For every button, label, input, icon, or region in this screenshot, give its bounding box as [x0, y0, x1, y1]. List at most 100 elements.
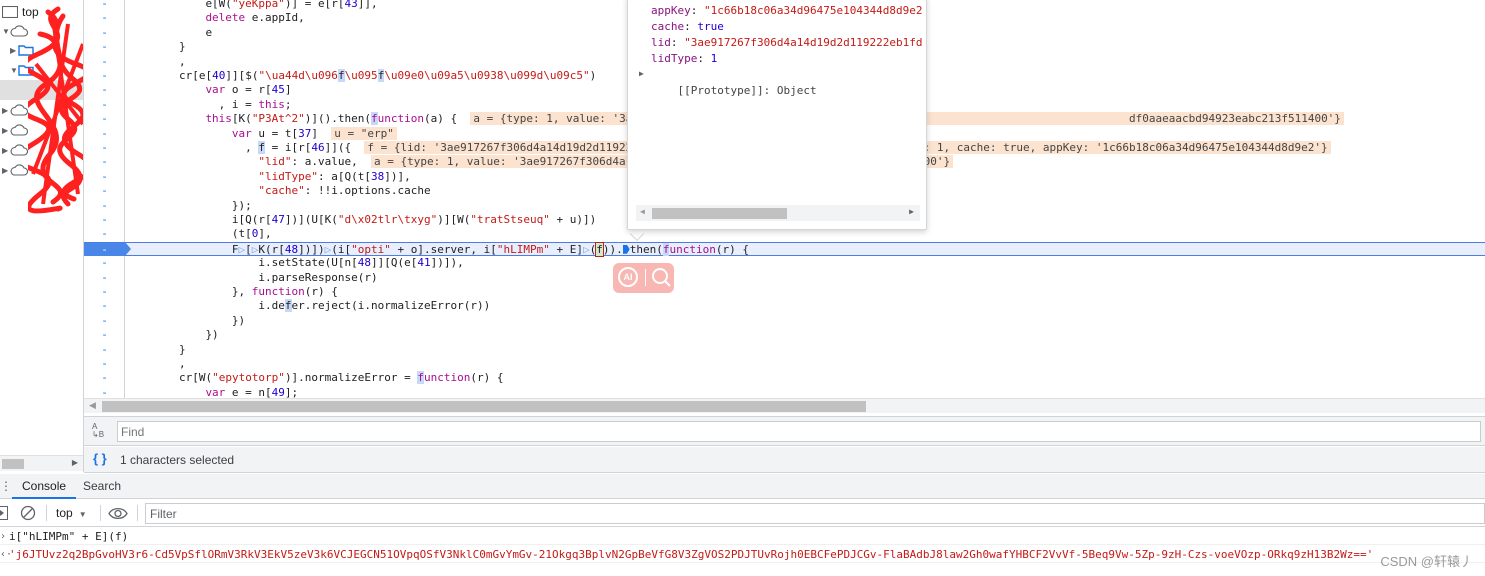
search-icon[interactable] [650, 266, 672, 288]
navigator-item[interactable]: top [0, 2, 83, 22]
live-expression-eye-icon[interactable] [108, 507, 128, 520]
line-number[interactable]: - [84, 0, 125, 11]
line-number[interactable]: - [84, 55, 125, 69]
object-property-row[interactable]: lidType: 1 [651, 51, 717, 67]
pretty-print-icon[interactable]: { } [93, 451, 107, 466]
scroll-right-arrow-icon[interactable]: ▶ [72, 458, 78, 467]
code-line[interactable]: -}) [84, 328, 1485, 342]
collapse-arrow-icon[interactable]: ▼ [10, 66, 18, 75]
selected-token[interactable]: f [595, 241, 604, 257]
line-number[interactable]: - [84, 343, 125, 357]
match-case-icon[interactable]: A ↳B [92, 423, 104, 439]
expand-arrow-icon[interactable]: ▶ [2, 166, 10, 175]
code-token: , [178, 357, 186, 370]
expand-arrow-icon[interactable]: ▶ [10, 46, 18, 55]
scrollbar-thumb[interactable] [102, 401, 866, 412]
console-result-value: 'j6JTUvz2q2BpGvoHV3r6-Cd5VpSflORmV3RkV3E… [9, 548, 1374, 561]
line-number[interactable]: - [84, 11, 125, 25]
line-number[interactable]: - [84, 155, 125, 169]
navigator-item[interactable]: ▶ [0, 120, 83, 140]
object-property-row[interactable]: cache: true [651, 19, 724, 35]
expand-arrow-icon[interactable]: ▶ [639, 69, 644, 78]
code-line[interactable]: - cr[W("epytotorp")].normalizeError = fun… [84, 371, 1485, 385]
code-line[interactable]: -} [84, 343, 1485, 357]
navigator-item[interactable]: ▶ [0, 140, 83, 160]
more-menu-icon[interactable]: ⋮ [0, 479, 12, 493]
keyword-token: function [251, 285, 305, 298]
navigator-item[interactable]: ▼ [0, 60, 83, 80]
drawer-tab-bar: ⋮ Console Search [0, 474, 1485, 499]
navigator-item[interactable]: ▶ [0, 100, 83, 120]
line-number[interactable]: - [84, 357, 125, 371]
code-token: + o].server, i[ [390, 242, 497, 256]
object-property-row[interactable]: lid: "3ae917267f306d4a14d19d2d119222eb1f… [651, 35, 923, 51]
code-token: ], [258, 227, 272, 241]
line-number[interactable]: - [84, 371, 125, 385]
popover-horizontal-scrollbar[interactable]: ◀ ▶ [636, 205, 920, 221]
line-number[interactable]: - [84, 299, 125, 313]
clear-console-icon[interactable] [20, 505, 36, 521]
code-line[interactable]: -}, function(r) { [84, 285, 1485, 299]
line-number[interactable]: - [84, 256, 125, 270]
line-number[interactable]: - [84, 98, 125, 112]
expand-arrow-icon[interactable]: ▶ [2, 146, 10, 155]
object-property-row[interactable]: appKey: "1c66b18c06a34d96475e104344d8d9e… [651, 3, 923, 19]
tab-search[interactable]: Search [73, 474, 131, 499]
scroll-left-arrow-icon[interactable]: ◀ [640, 207, 645, 216]
code-line[interactable]: -, [84, 357, 1485, 371]
sidebar-toggle-icon[interactable] [0, 506, 8, 520]
code-line[interactable]: - var e = n[49]; [84, 386, 1485, 398]
find-input[interactable] [117, 421, 1481, 442]
line-number[interactable]: - [84, 285, 125, 299]
line-number[interactable]: - [84, 83, 125, 97]
line-number[interactable]: - [84, 386, 125, 398]
prototype-row[interactable]: [[Prototype]]: Object [651, 67, 817, 97]
console-input-entry[interactable]: › i["hLIMPm" + E](f) [0, 528, 1485, 545]
line-number[interactable]: - [84, 271, 125, 285]
code-token: }) [205, 328, 219, 342]
ai-icon[interactable]: AI [618, 267, 638, 287]
code-line[interactable]: - i.setState(U[n[48]][Q(e[41])]), [84, 256, 1485, 270]
line-number[interactable]: - [84, 40, 125, 54]
line-number[interactable]: - [84, 213, 125, 227]
scrollbar-thumb[interactable] [652, 208, 787, 219]
line-number[interactable]: - [84, 127, 125, 141]
navigator-item[interactable]: ▼ [0, 21, 83, 41]
line-number[interactable]: - [84, 184, 125, 198]
console-filter-input[interactable] [145, 503, 1485, 524]
inline-breakpoint-marker-icon[interactable]: ▷ [583, 243, 590, 256]
code-line[interactable]: -}) [84, 314, 1485, 328]
tab-console[interactable]: Console [12, 474, 77, 499]
expand-arrow-icon[interactable]: ▶ [2, 126, 10, 135]
code-line[interactable]: - i.defer.reject(i.normalizeError(r)) [84, 299, 1485, 313]
divider [645, 269, 646, 286]
line-number[interactable]: - [84, 141, 125, 155]
keyword-token: unction [424, 371, 471, 385]
navigator-item[interactable] [0, 80, 83, 100]
line-number[interactable]: - [84, 26, 125, 40]
ai-assistant-widget[interactable]: AI [613, 263, 674, 293]
line-number[interactable]: - [84, 170, 125, 184]
scroll-right-arrow-icon[interactable]: ▶ [909, 207, 914, 216]
line-number[interactable]: - [84, 227, 125, 241]
watermark: CSDN @轩辕丿 [1380, 554, 1473, 569]
navigator-item[interactable]: ▶ [0, 160, 83, 180]
line-number[interactable]: - [84, 69, 125, 83]
editor-horizontal-scrollbar[interactable]: ◀ [84, 398, 1485, 413]
active-inline-breakpoint-icon[interactable] [622, 244, 630, 254]
code-line[interactable]: - i.parseResponse(r) [84, 271, 1485, 285]
scroll-left-arrow-icon[interactable]: ◀ [89, 400, 96, 411]
navigator-item[interactable]: ▶ [0, 40, 83, 60]
line-number[interactable]: - [84, 242, 125, 256]
console-result-entry[interactable]: ‹·'j6JTUvz2q2BpGvoHV3r6-Cd5VpSflORmV3RkV… [0, 546, 1485, 563]
line-number[interactable]: - [84, 199, 125, 213]
expand-arrow-icon[interactable]: ▶ [2, 106, 10, 115]
line-number[interactable]: - [84, 112, 125, 126]
collapse-arrow-icon[interactable]: ▼ [2, 27, 10, 36]
scrollbar-thumb[interactable] [2, 459, 24, 469]
context-selector[interactable]: top ▼ [56, 506, 87, 520]
line-number[interactable]: - [84, 328, 125, 342]
navigator-horizontal-scrollbar[interactable]: ▶ [0, 455, 83, 471]
code-line-paused[interactable]: - F▷[▷K(r[48])])▷(i["opti" + o].server, i… [84, 241, 1485, 257]
line-number[interactable]: - [84, 314, 125, 328]
